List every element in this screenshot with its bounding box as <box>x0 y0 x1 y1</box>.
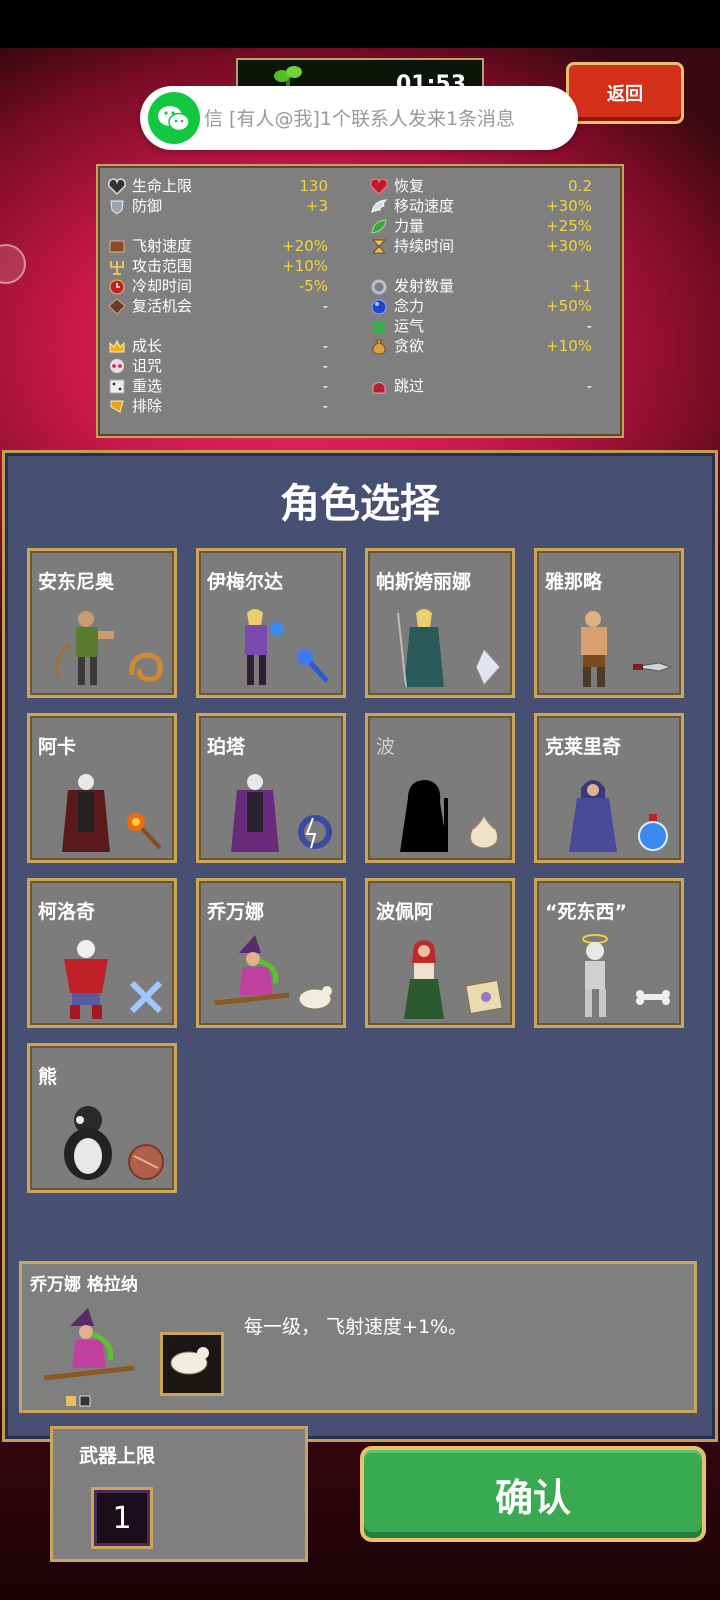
poe-silhouette <box>400 780 448 852</box>
stat-might: 力量 +25% <box>370 216 592 236</box>
imelda-sprite <box>245 609 284 685</box>
antonio-sprite <box>55 611 114 685</box>
character-card-coroccio[interactable]: 柯洛奇 <box>27 878 177 1028</box>
clock-icon <box>109 279 125 295</box>
banish-icon <box>110 400 124 413</box>
stat-greed: 贪欲 +10% <box>370 336 592 356</box>
stat-duration: 持续时间 +30% <box>370 236 592 256</box>
stat-luck: 运气 - <box>370 316 592 336</box>
arca-sprite <box>62 774 110 852</box>
poppea-sprite <box>404 940 444 1019</box>
ring-icon <box>371 279 387 295</box>
orb-icon <box>371 299 387 315</box>
shield-icon <box>128 1144 164 1180</box>
bear-sprite <box>64 1106 112 1180</box>
character-card-antonio[interactable]: 安东尼奥 <box>27 548 177 698</box>
porta-sprite <box>231 774 279 852</box>
bone-icon <box>636 990 670 1005</box>
character-card-porta[interactable]: 珀塔 <box>196 713 346 863</box>
character-card-arca[interactable]: 阿卡 <box>27 713 177 863</box>
clover-icon <box>372 320 386 334</box>
garlic-icon <box>470 814 498 849</box>
selected-character-description: 每一级， 飞射速度+1%。 <box>244 1316 468 1338</box>
crown-icon <box>109 339 125 353</box>
character-card-bear[interactable]: 熊 <box>27 1043 177 1193</box>
giovanna-portrait <box>43 1308 135 1381</box>
stat-cooldown: 冷却时间 -5% <box>108 276 328 296</box>
stat-skip: 跳过 - <box>370 376 592 396</box>
skip-icon <box>372 382 386 394</box>
stat-growth: 成长 - <box>108 336 328 356</box>
coroccio-sprite <box>64 940 108 1019</box>
gennaro-sprite <box>581 611 607 687</box>
stat-projectile-speed: 飞射速度 +20% <box>108 236 328 256</box>
lightning-ring-icon <box>298 815 332 849</box>
stat-amount: 发射数量 +1 <box>370 276 592 296</box>
character-card-pasqualina[interactable]: 帕斯姱丽娜 <box>365 548 515 698</box>
weapon-limit-panel: 武器上限 1 <box>50 1426 308 1562</box>
mortaccio-sprite <box>582 934 608 1017</box>
knife-crystal-icon <box>475 648 501 686</box>
page-title: 角色选择 <box>280 481 440 527</box>
dice-icon <box>109 379 125 394</box>
confirm-button[interactable]: 确认 <box>360 1446 706 1542</box>
moneybag-icon <box>372 339 386 355</box>
stat-max-health: 生命上限 130 <box>108 176 328 196</box>
heart-outline-icon <box>108 178 126 195</box>
stats-panel: 生命上限 130 防御 +3 飞射速度 +20% 攻击范围 +10% 冷却时间 … <box>96 164 624 438</box>
heart-icon <box>370 178 388 195</box>
fire-wand-icon <box>127 813 162 850</box>
magic-wand-icon <box>297 649 329 683</box>
selected-character-info: 乔万娜 格拉纳 每一级， 飞射速度+1%。 <box>19 1261 697 1413</box>
whip-icon <box>129 652 163 682</box>
pasqualina-sprite <box>397 609 444 688</box>
back-button[interactable]: 返回 <box>566 62 684 124</box>
notification-text: 信 [有人@我]1个联系人发来1条消息 <box>204 108 516 130</box>
stat-revival: 复活机会 - <box>108 296 328 316</box>
weapon-limit-value: 1 <box>91 1487 153 1549</box>
peachone-icon <box>170 1347 209 1375</box>
character-card-poppea[interactable]: 波佩阿 <box>365 878 515 1028</box>
stat-move-speed: 移动速度 +30% <box>370 196 592 216</box>
character-card-mortaccio[interactable]: “死东西” <box>534 878 684 1028</box>
character-card-imelda[interactable]: 伊梅尔达 <box>196 548 346 698</box>
spellbook-icon <box>465 979 503 1015</box>
peachone-icon <box>298 986 332 1010</box>
selected-character-name: 乔万娜 格拉纳 <box>30 1275 138 1295</box>
starting-weapon-slot <box>160 1332 224 1396</box>
leaf-icon <box>371 219 387 234</box>
stat-curse: 诅咒 - <box>108 356 328 376</box>
character-card-gennaro[interactable]: 雅那略 <box>534 548 684 698</box>
notification-toast[interactable]: 信 [有人@我]1个联系人发来1条消息 <box>140 86 578 150</box>
stat-area: 攻击范围 +10% <box>108 256 328 276</box>
revive-icon <box>108 298 126 315</box>
hourglass-icon <box>371 239 387 254</box>
character-select-panel: 角色选择 安东尼奥 伊梅尔达 帕斯姱丽娜 雅那略 阿卡 珀塔 波 克莱里奇 柯洛… <box>2 450 718 1442</box>
weapon-limit-label: 武器上限 <box>79 1445 156 1467</box>
character-card-clerici[interactable]: 克莱里奇 <box>534 713 684 863</box>
stat-magnet: 念力 +50% <box>370 296 592 316</box>
stat-reroll: 重选 - <box>108 376 328 396</box>
character-card-giovanna[interactable]: 乔万娜 <box>196 878 346 1028</box>
wechat-icon <box>148 92 200 144</box>
stat-armor: 防御 +3 <box>108 196 328 216</box>
knife-icon <box>632 662 673 672</box>
armor-icon <box>110 200 124 215</box>
book-icon <box>109 240 125 253</box>
clerici-sprite <box>569 780 617 852</box>
wing-icon <box>371 199 388 213</box>
holy-water-icon <box>638 814 668 851</box>
giovanna-sprite <box>214 935 290 1006</box>
stat-recovery: 恢复 0.2 <box>370 176 592 196</box>
skull-icon <box>110 359 124 373</box>
stat-banish: 排除 - <box>108 396 328 416</box>
character-card-poe[interactable]: 波 <box>365 713 515 863</box>
cross-icon <box>129 980 163 1014</box>
page-indicator-icon <box>66 1395 91 1407</box>
candelabra-icon <box>110 261 124 275</box>
